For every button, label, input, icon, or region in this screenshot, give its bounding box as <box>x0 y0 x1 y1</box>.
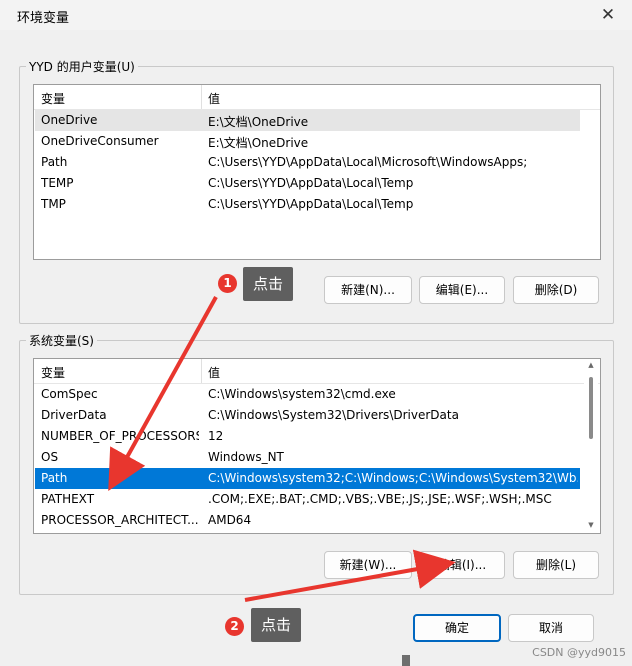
annotation-arrow-2 <box>244 549 456 602</box>
annotation-callout-1: 点击 <box>243 267 294 301</box>
annotation-arrows <box>108 296 456 602</box>
annotation-number-1: 1 <box>218 274 237 293</box>
annotation-arrow-1 <box>108 296 218 491</box>
annotation-number-2: 2 <box>225 617 244 636</box>
annotation-callout-2: 点击 <box>251 608 302 642</box>
watermark: CSDN @yyd9015 <box>532 646 626 659</box>
